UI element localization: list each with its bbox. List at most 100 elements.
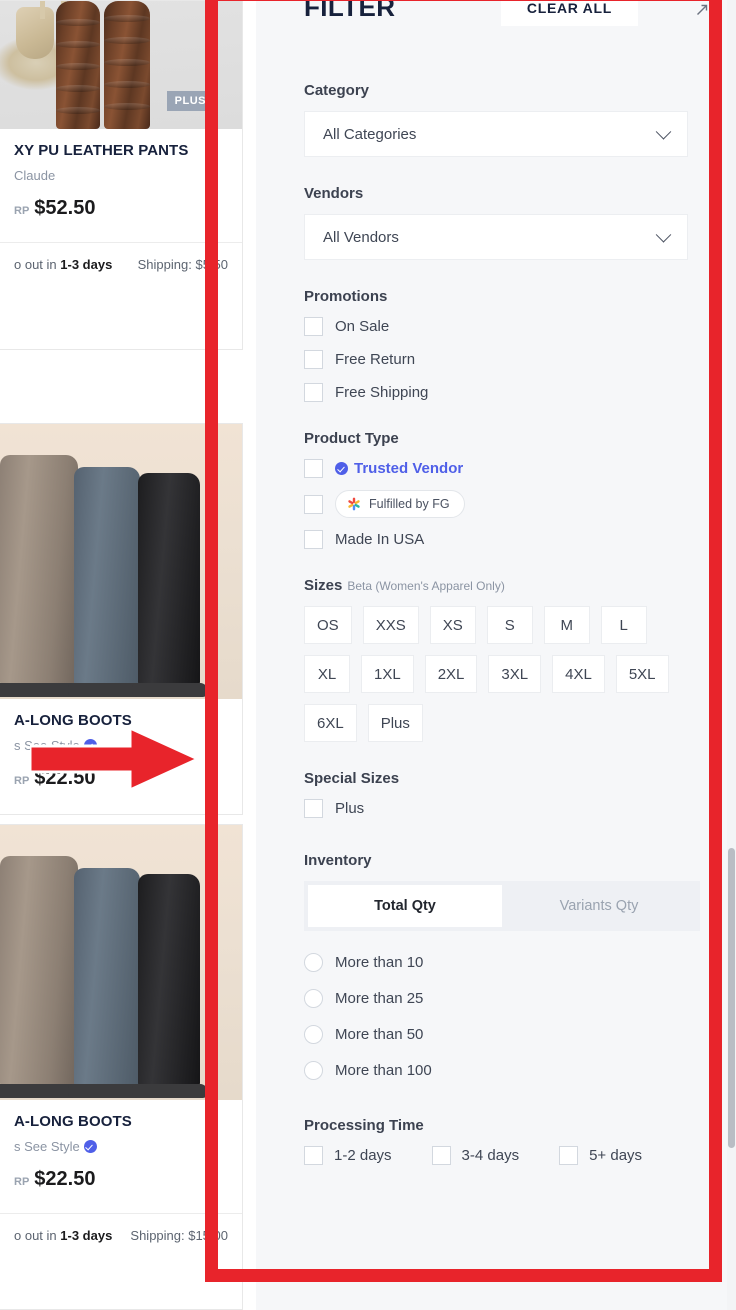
vendors-select[interactable]: All Vendors xyxy=(304,214,688,260)
option-label: More than 25 xyxy=(335,990,424,1007)
radio-icon[interactable] xyxy=(304,1061,323,1080)
radio-icon[interactable] xyxy=(304,989,323,1008)
product-title[interactable]: XY PU LEATHER PANTS xyxy=(14,141,228,161)
tab-variants-qty[interactable]: Variants Qty xyxy=(502,885,696,927)
processing-1-2-days[interactable]: 1-2 days xyxy=(304,1146,392,1165)
processing-5-plus-days[interactable]: 5+ days xyxy=(559,1146,642,1165)
size-chip[interactable]: 6XL xyxy=(304,704,357,742)
size-chip[interactable]: XL xyxy=(304,655,350,693)
product-price: $22.50 xyxy=(34,767,96,789)
option-label: 1-2 days xyxy=(334,1147,392,1164)
checkbox-icon[interactable] xyxy=(304,383,323,402)
fulfilled-by-fg-badge: Fulfilled by FG xyxy=(335,490,465,518)
inventory-more-than-10[interactable]: More than 10 xyxy=(304,953,688,972)
product-vendor[interactable]: s See Style xyxy=(14,737,228,755)
sizes-label: Sizes Beta (Women's Apparel Only) xyxy=(304,577,505,594)
inventory-more-than-25[interactable]: More than 25 xyxy=(304,989,688,1008)
size-chip[interactable]: 5XL xyxy=(615,655,669,693)
checkbox-icon[interactable] xyxy=(304,799,323,818)
clear-all-button[interactable]: CLEAR ALL xyxy=(500,0,638,26)
size-chip[interactable]: 2XL xyxy=(424,655,478,693)
product-card[interactable]: PLUS XY PU LEATHER PANTS Claude RP $52.5… xyxy=(0,0,243,350)
category-value: All Categories xyxy=(323,125,417,143)
product-type-section: Product Type Trusted Vendor Fulfilled by… xyxy=(256,430,736,549)
checkbox-icon[interactable] xyxy=(559,1146,579,1165)
sizes-section: Sizes Beta (Women's Apparel Only) OS XXS … xyxy=(256,577,736,742)
size-chip[interactable]: S xyxy=(486,606,533,644)
option-label: More than 10 xyxy=(335,954,424,971)
product-price-row: RP $22.50 xyxy=(14,1168,228,1191)
option-label: Plus xyxy=(335,800,365,817)
inventory-section: Inventory Total Qty Variants Qty More th… xyxy=(256,852,736,1080)
product-card-body: A-LONG BOOTS s See Style RP $22.50 xyxy=(0,1100,242,1191)
special-sizes-section: Special Sizes Plus xyxy=(256,770,736,818)
radio-icon[interactable] xyxy=(304,1025,323,1044)
boot-blue xyxy=(68,868,148,1098)
product-price-row: RP $52.50 xyxy=(14,197,228,220)
inventory-more-than-100[interactable]: More than 100 xyxy=(304,1061,688,1080)
promotion-free-shipping[interactable]: Free Shipping xyxy=(304,383,688,402)
product-image: PLUS xyxy=(0,1,242,129)
sizes-sub-label: Beta (Women's Apparel Only) xyxy=(347,579,505,593)
checkbox-icon[interactable] xyxy=(304,350,323,369)
size-chip[interactable]: 1XL xyxy=(361,655,414,693)
product-price: $52.50 xyxy=(34,197,96,219)
vendors-label: Vendors xyxy=(304,185,364,202)
checkbox-icon[interactable] xyxy=(304,530,323,549)
size-chip[interactable]: Plus xyxy=(367,704,423,742)
promotion-free-return[interactable]: Free Return xyxy=(304,350,688,369)
product-card[interactable]: A-LONG BOOTS s See Style RP $22.50 xyxy=(0,423,243,815)
product-title[interactable]: A-LONG BOOTS xyxy=(14,1112,228,1132)
verified-badge-icon xyxy=(83,1140,97,1153)
processing-3-4-days[interactable]: 3-4 days xyxy=(431,1146,519,1165)
checkbox-icon[interactable] xyxy=(304,1146,323,1165)
size-chip[interactable]: OS xyxy=(304,606,352,644)
product-card-footer: o out in 1-3 days Shipping: $15.00 xyxy=(0,1213,242,1257)
shipping-cost: Shipping: $15.00 xyxy=(130,1228,228,1243)
checkbox-icon[interactable] xyxy=(304,494,323,514)
checkbox-icon[interactable] xyxy=(304,459,323,478)
checkbox-icon[interactable] xyxy=(304,317,323,336)
size-chip[interactable]: 4XL xyxy=(552,655,605,693)
special-size-plus[interactable]: Plus xyxy=(304,799,688,818)
screenshot-root: PLUS XY PU LEATHER PANTS Claude RP $52.5… xyxy=(0,0,736,1310)
size-chip[interactable]: M xyxy=(543,606,590,644)
checkbox-icon[interactable] xyxy=(431,1146,451,1165)
plus-badge: PLUS xyxy=(166,91,214,111)
size-chip[interactable]: L xyxy=(600,606,647,644)
product-type-made-in-usa[interactable]: Made In USA xyxy=(304,530,688,549)
promotion-on-sale[interactable]: On Sale xyxy=(304,317,688,336)
ship-time: o out in 1-3 days xyxy=(14,1228,113,1243)
option-label: Free Shipping xyxy=(335,384,429,401)
size-chip[interactable]: XXS xyxy=(362,606,419,644)
page-scrollbar-thumb[interactable] xyxy=(728,848,735,1148)
list-gap xyxy=(0,815,243,824)
promotions-label: Promotions xyxy=(304,288,388,305)
fg-flower-icon xyxy=(348,497,360,511)
product-vendor[interactable]: Claude xyxy=(14,167,228,185)
inventory-more-than-50[interactable]: More than 50 xyxy=(304,1025,688,1044)
product-price: $22.50 xyxy=(34,1168,96,1190)
page-scrollbar-track[interactable] xyxy=(727,0,736,1310)
product-card-body: XY PU LEATHER PANTS Claude RP $52.50 xyxy=(0,129,242,220)
handbag-prop xyxy=(16,1,66,59)
product-results-column: PLUS XY PU LEATHER PANTS Claude RP $52.5… xyxy=(0,0,243,1310)
product-type-fulfilled-by-fg[interactable]: Fulfilled by FG xyxy=(304,490,688,518)
expand-diagonal-icon[interactable] xyxy=(694,2,710,18)
product-image xyxy=(0,424,242,699)
size-chip[interactable]: XS xyxy=(429,606,476,644)
boot-tan xyxy=(0,856,86,1098)
product-vendor[interactable]: s See Style xyxy=(14,1138,228,1156)
verified-badge-icon xyxy=(83,739,97,752)
product-card[interactable]: A-LONG BOOTS s See Style RP $22.50 o out… xyxy=(0,824,243,1310)
product-title[interactable]: A-LONG BOOTS xyxy=(14,711,228,731)
product-type-label: Product Type xyxy=(304,430,399,447)
product-type-trusted-vendor[interactable]: Trusted Vendor xyxy=(304,459,688,478)
option-label: More than 100 xyxy=(335,1062,432,1079)
filter-panel: FILTER CLEAR ALL Category All Categories… xyxy=(256,0,736,1310)
category-select[interactable]: All Categories xyxy=(304,111,688,157)
promotions-section: Promotions On Sale Free Return Free Ship… xyxy=(256,288,736,402)
tab-total-qty[interactable]: Total Qty xyxy=(308,885,502,927)
size-chip[interactable]: 3XL xyxy=(488,655,542,693)
radio-icon[interactable] xyxy=(304,953,323,972)
